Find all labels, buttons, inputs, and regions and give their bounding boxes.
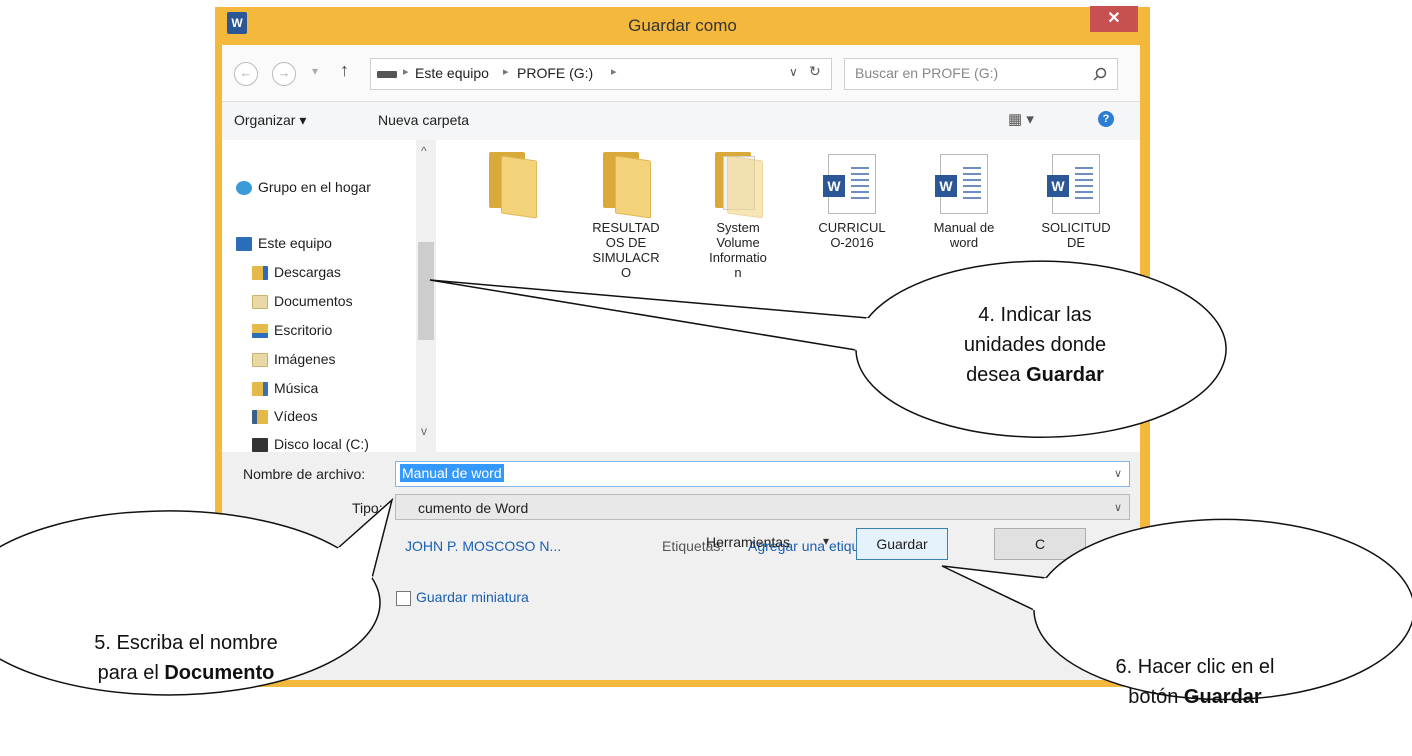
callout-6-line1: 6. Hacer clic en el (1115, 656, 1275, 678)
callout-5-text: 5. Escriba el nombre para el Documento (36, 628, 336, 688)
callout-6-text: 6. Hacer clic en el botón Guardar (1070, 652, 1320, 712)
callout-6-line2: botón Guardar (1128, 686, 1262, 708)
callout-4-line1: 4. Indicar las (978, 304, 1092, 326)
callout-4-text: 4. Indicar las unidades donde desea Guar… (920, 300, 1150, 390)
callout-5-line1: 5. Escriba el nombre (94, 632, 278, 654)
callout-4-line2: unidades donde (963, 334, 1107, 356)
callout-5-line2: para el Documento (97, 662, 275, 684)
callout-4-line3: desea Guardar (966, 364, 1104, 386)
